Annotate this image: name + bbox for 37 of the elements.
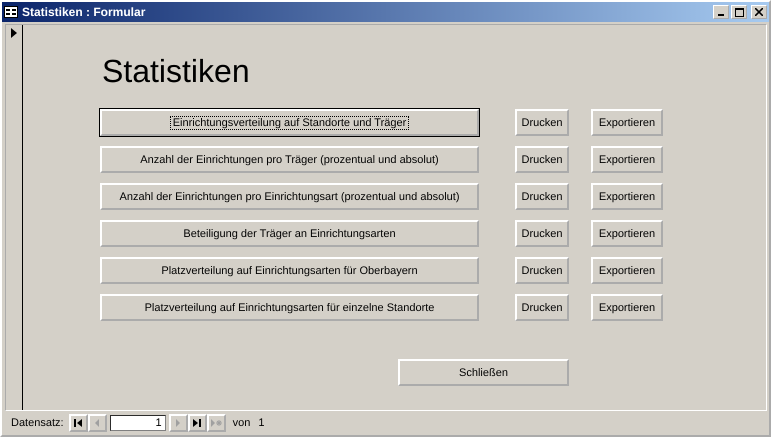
minimize-button[interactable] xyxy=(713,5,729,19)
print-button[interactable]: Drucken xyxy=(515,183,569,210)
last-record-icon xyxy=(191,417,204,429)
print-button[interactable]: Drucken xyxy=(515,294,569,321)
of-label: von xyxy=(232,417,250,429)
form-heading: Statistiken xyxy=(102,53,251,91)
new-record-icon xyxy=(210,417,222,429)
export-button[interactable]: Exportieren xyxy=(591,257,663,284)
form-icon xyxy=(4,6,18,18)
export-button[interactable]: Exportieren xyxy=(591,183,663,210)
export-button[interactable]: Exportieren xyxy=(591,109,663,136)
first-record-button[interactable] xyxy=(68,414,88,432)
report-button[interactable]: Einrichtungsverteilung auf Standorte und Träger xyxy=(100,109,479,136)
maximize-button[interactable] xyxy=(731,5,747,19)
record-label: Datensatz: xyxy=(11,417,64,429)
record-number-field[interactable]: 1 xyxy=(110,415,166,431)
print-button[interactable]: Drucken xyxy=(515,220,569,247)
print-button[interactable]: Drucken xyxy=(515,257,569,284)
report-button[interactable]: Beteiligung der Träger an Einrichtungsarten xyxy=(100,220,479,247)
close-form-button[interactable]: Schließen xyxy=(398,359,569,386)
export-button[interactable]: Exportieren xyxy=(591,220,663,247)
maximize-icon xyxy=(734,8,744,16)
report-button[interactable]: Platzverteilung auf Einrichtungsarten für Oberbayern xyxy=(100,257,479,284)
report-button[interactable]: Anzahl der Einrichtungen pro Einrichtungsart (prozentual und absolut) xyxy=(100,183,479,210)
window-title: Statistiken : Formular xyxy=(22,5,146,19)
last-record-button[interactable] xyxy=(188,414,207,432)
close-button[interactable] xyxy=(751,5,767,19)
export-button[interactable]: Exportieren xyxy=(591,146,663,173)
print-button[interactable]: Drucken xyxy=(515,109,569,136)
first-record-icon xyxy=(72,417,84,429)
export-button[interactable]: Exportieren xyxy=(591,294,663,321)
record-selector-icon xyxy=(11,28,17,38)
report-button[interactable]: Platzverteilung auf Einrichtungsarten für einzelne Standorte xyxy=(100,294,479,321)
report-button[interactable]: Anzahl der Einrichtungen pro Träger (prozentual und absolut) xyxy=(100,146,479,173)
print-button[interactable]: Drucken xyxy=(515,146,569,173)
record-count: 1 xyxy=(258,417,264,429)
close-icon xyxy=(755,8,763,16)
